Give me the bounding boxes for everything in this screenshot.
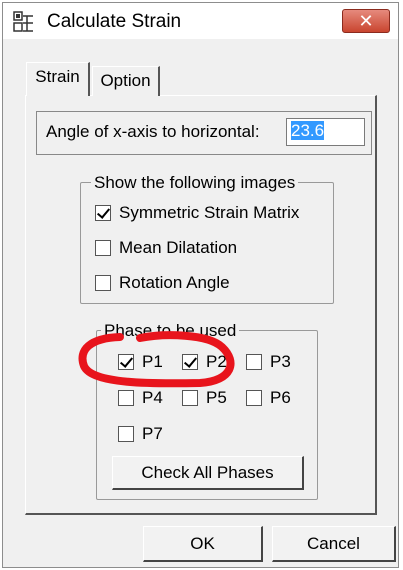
checkbox-symmetric-strain-matrix[interactable]: Symmetric Strain Matrix xyxy=(95,203,299,223)
window-title: Calculate Strain xyxy=(47,11,182,32)
checkbox-p7[interactable]: P7 xyxy=(118,424,163,444)
cancel-button[interactable]: Cancel xyxy=(272,526,396,562)
phase-group-legend: Phase to be used xyxy=(101,321,240,341)
checkbox-box[interactable] xyxy=(182,354,198,370)
checkbox-box[interactable] xyxy=(118,390,134,406)
checkbox-label: P7 xyxy=(142,424,163,443)
ok-button[interactable]: OK xyxy=(143,526,263,562)
angle-input[interactable]: 23.6 xyxy=(286,118,365,146)
checkbox-box[interactable] xyxy=(246,390,262,406)
check-all-phases-button[interactable]: Check All Phases xyxy=(112,456,304,490)
checkbox-p4[interactable]: P4 xyxy=(118,388,163,408)
checkbox-box[interactable] xyxy=(95,240,111,256)
checkbox-box[interactable] xyxy=(118,354,134,370)
checkbox-label: Symmetric Strain Matrix xyxy=(119,203,300,222)
checkbox-rotation-angle[interactable]: Rotation Angle xyxy=(95,273,230,293)
checkbox-box[interactable] xyxy=(118,426,134,442)
title-bar: Calculate Strain ✕ xyxy=(3,3,398,39)
checkbox-p5[interactable]: P5 xyxy=(182,388,227,408)
checkbox-label: P2 xyxy=(206,352,227,371)
checkbox-label: P5 xyxy=(206,388,227,407)
checkbox-p3[interactable]: P3 xyxy=(246,352,291,372)
close-icon: ✕ xyxy=(358,11,374,31)
checkbox-label: Rotation Angle xyxy=(119,273,230,292)
checkbox-mean-dilatation[interactable]: Mean Dilatation xyxy=(95,238,237,258)
checkbox-box[interactable] xyxy=(182,390,198,406)
checkbox-box[interactable] xyxy=(95,205,111,221)
images-group-legend: Show the following images xyxy=(91,173,299,193)
angle-label: Angle of x-axis to horizontal: xyxy=(46,122,260,141)
checkbox-box[interactable] xyxy=(95,275,111,291)
tab-strain[interactable]: Strain xyxy=(26,62,90,96)
checkbox-label: P3 xyxy=(270,352,291,371)
checkbox-label: P4 xyxy=(142,388,163,407)
checkbox-label: P6 xyxy=(270,388,291,407)
checkbox-label: Mean Dilatation xyxy=(119,238,238,257)
checkbox-p1[interactable]: P1 xyxy=(118,352,163,372)
angle-value: 23.6 xyxy=(291,121,325,140)
app-icon xyxy=(13,11,33,32)
checkbox-p6[interactable]: P6 xyxy=(246,388,291,408)
checkbox-box[interactable] xyxy=(246,354,262,370)
tab-option[interactable]: Option xyxy=(92,66,160,96)
checkbox-label: P1 xyxy=(142,352,163,371)
close-button[interactable]: ✕ xyxy=(342,9,390,33)
checkbox-p2[interactable]: P2 xyxy=(182,352,227,372)
